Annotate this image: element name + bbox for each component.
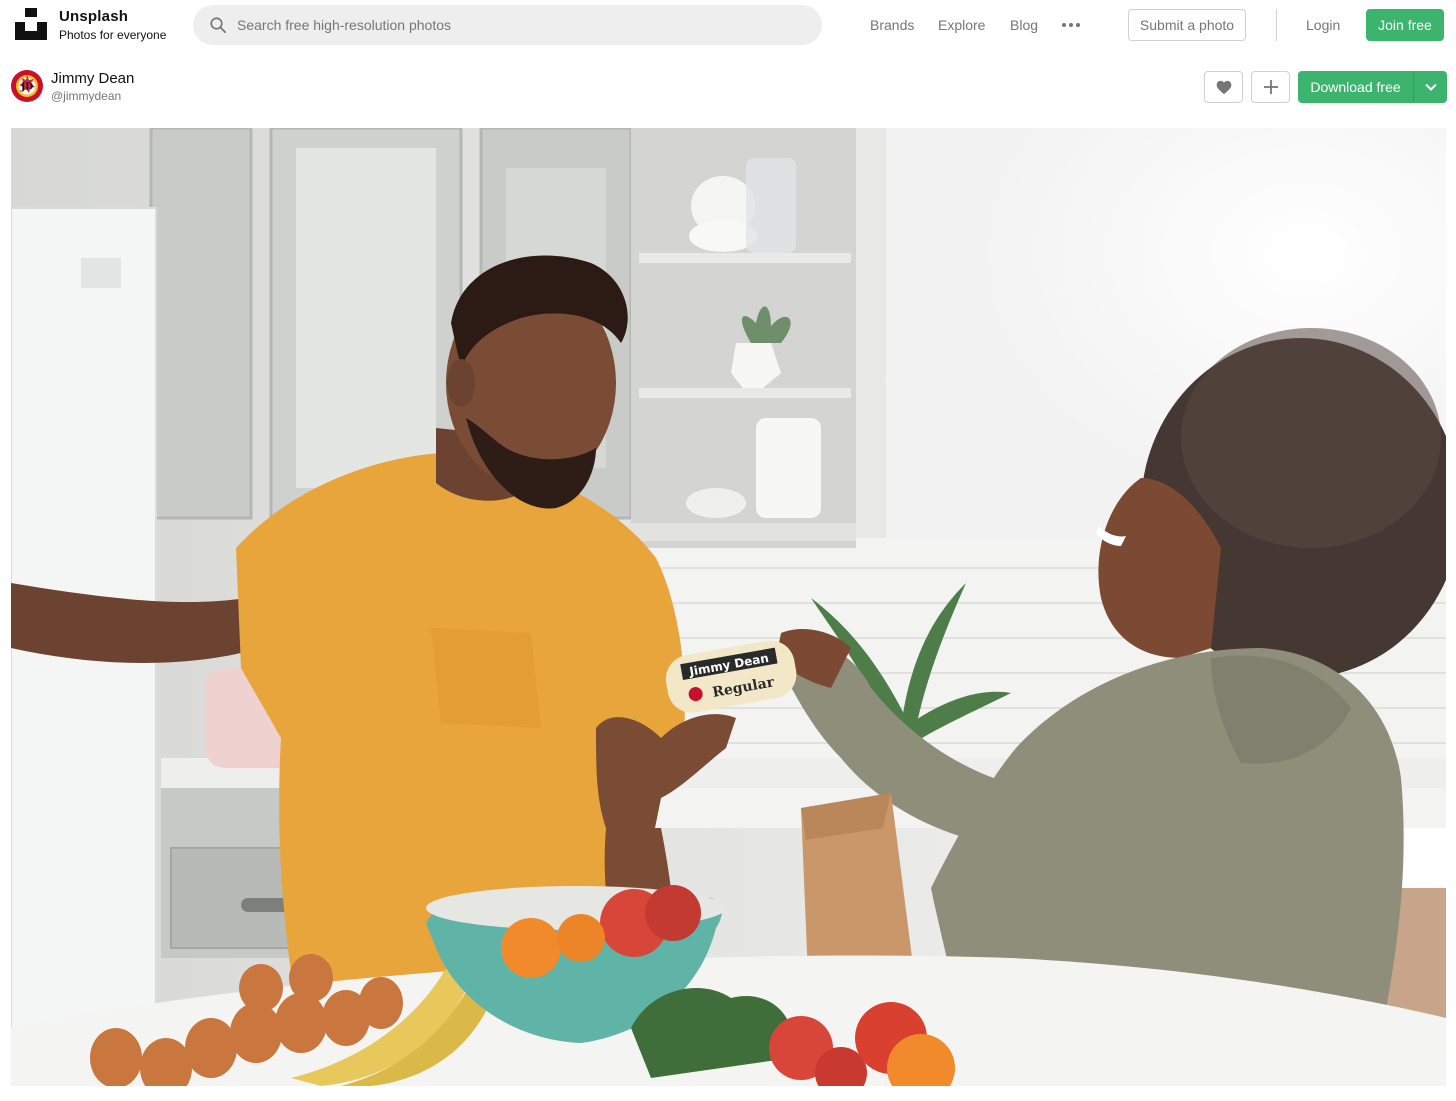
heart-icon <box>1216 80 1231 94</box>
download-options-button[interactable] <box>1413 71 1447 103</box>
author-text: Jimmy Dean @jimmydean <box>51 70 134 102</box>
search-icon[interactable] <box>209 16 227 34</box>
more-horizontal-icon[interactable] <box>1061 22 1081 28</box>
svg-text:JD: JD <box>20 83 33 93</box>
brand-name: Unsplash <box>59 8 129 25</box>
nav-divider <box>1276 9 1277 41</box>
avatar: JD <box>11 70 43 102</box>
join-free-button[interactable]: Join free <box>1366 9 1444 41</box>
kitchen-scene-illustration: Jimmy Dean Regular <box>11 128 1446 1086</box>
submit-photo-button[interactable]: Submit a photo <box>1128 9 1246 41</box>
top-navigation-bar: Unsplash Photos for everyone Brands Expl… <box>0 0 1456 50</box>
brand-tagline: Photos for everyone <box>59 28 167 42</box>
add-to-collection-button[interactable] <box>1251 71 1290 103</box>
download-free-button[interactable]: Download free <box>1298 71 1413 103</box>
search-bar[interactable] <box>193 5 822 45</box>
plus-icon <box>1263 80 1278 94</box>
search-input[interactable] <box>237 5 807 45</box>
like-button[interactable] <box>1204 71 1243 103</box>
nav-link-explore[interactable]: Explore <box>938 17 985 33</box>
nav-link-blog[interactable]: Blog <box>1010 17 1038 33</box>
brand-text: Unsplash Photos for everyone <box>59 8 166 41</box>
author-name: Jimmy Dean <box>51 70 135 87</box>
download-button-group: Download free <box>1298 71 1447 103</box>
login-link[interactable]: Login <box>1306 17 1340 33</box>
nav-link-brands[interactable]: Brands <box>870 17 914 33</box>
chevron-down-icon <box>1424 83 1437 91</box>
unsplash-logo-icon <box>15 8 47 40</box>
author-handle: @jimmydean <box>51 89 122 103</box>
author-profile-link[interactable]: JD Jimmy Dean @jimmydean <box>11 70 134 102</box>
main-photo[interactable]: Jimmy Dean Regular <box>11 128 1446 1086</box>
brand-home-link[interactable]: Unsplash Photos for everyone <box>15 8 166 41</box>
